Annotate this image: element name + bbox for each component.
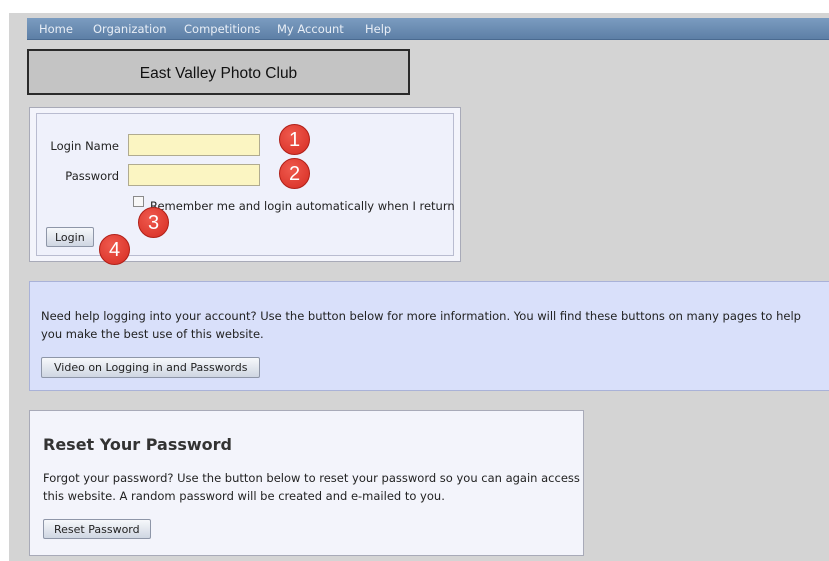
club-title: East Valley Photo Club [139, 65, 298, 82]
reset-password-heading: Reset Your Password [43, 435, 232, 454]
nav-home-link[interactable]: Home [39, 22, 73, 36]
password-label: Password [65, 169, 119, 183]
video-logging-in-button[interactable]: Video on Logging in and Passwords [41, 357, 261, 378]
help-text: Need help logging into your account? Use… [41, 309, 801, 341]
nav-competitions-link[interactable]: Competitions [184, 22, 260, 36]
step-marker-4: 4 [99, 234, 130, 265]
step-marker-2: 2 [279, 158, 310, 189]
club-title-banner: East Valley Photo Club [27, 49, 410, 95]
login-form-box: Login Name Password Remember me and logi… [36, 113, 455, 256]
nav-help-link[interactable]: Help [365, 22, 391, 36]
login-name-label: Login Name [50, 139, 119, 153]
reset-password-panel: Reset Your Password Forgot your password… [29, 410, 584, 556]
nav-my-account-link[interactable]: My Account [277, 22, 344, 36]
login-name-input[interactable] [128, 134, 260, 156]
password-input[interactable] [128, 164, 260, 186]
help-panel: Need help logging into your account? Use… [29, 281, 829, 391]
page-background: Home Organization Competitions My Accoun… [9, 13, 829, 561]
top-nav-bar: Home Organization Competitions My Accoun… [27, 18, 829, 40]
step-marker-1: 1 [279, 124, 310, 155]
remember-me-label: Remember me and login automatically when… [150, 199, 455, 213]
step-marker-3: 3 [138, 207, 169, 238]
reset-password-button[interactable]: Reset Password [43, 519, 151, 539]
login-button[interactable]: Login [46, 227, 94, 247]
reset-password-text: Forgot your password? Use the button bel… [43, 471, 580, 503]
login-panel: Login Name Password Remember me and logi… [29, 107, 461, 262]
nav-organization-link[interactable]: Organization [93, 22, 167, 36]
remember-me-checkbox[interactable] [133, 196, 144, 207]
